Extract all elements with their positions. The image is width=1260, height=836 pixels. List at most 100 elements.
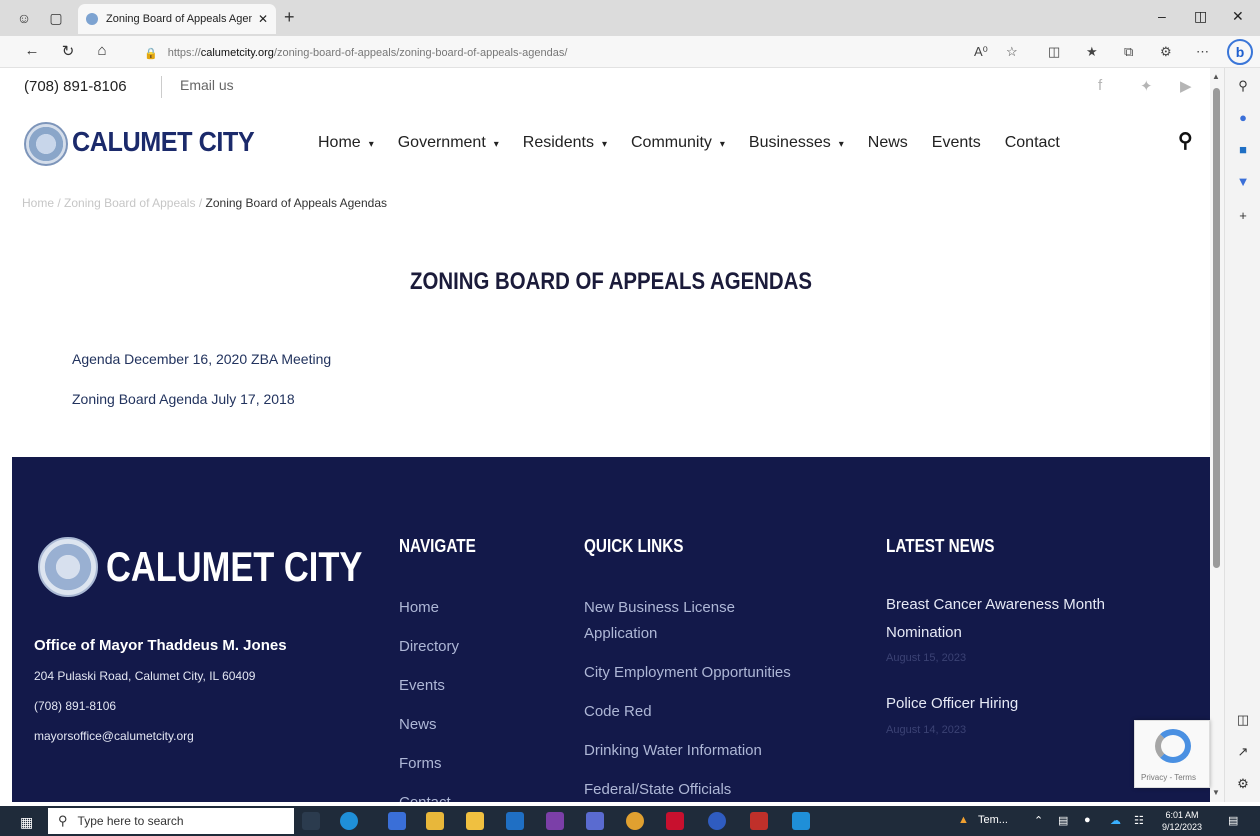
favicon-icon — [86, 13, 98, 25]
sidebar-add-icon[interactable]: + — [1233, 208, 1253, 223]
extensions-icon[interactable]: ⚙ — [1160, 44, 1172, 60]
nav-item-events[interactable]: Events — [932, 134, 981, 152]
footer-nav-link[interactable]: Contact — [399, 790, 451, 802]
nav-item-government[interactable]: Government ▾ — [398, 134, 499, 152]
footer-nav-link[interactable]: Forms — [399, 751, 442, 777]
tray-app-icon[interactable]: ▤ — [1058, 814, 1068, 827]
footer-quick-link[interactable]: Code Red — [584, 699, 844, 725]
email-link[interactable]: Email us — [180, 77, 234, 93]
sidebar-search-icon[interactable]: ⚲ — [1233, 78, 1253, 94]
weather-icon[interactable]: ▲ — [958, 814, 969, 826]
acrobat-app-icon[interactable] — [750, 812, 768, 830]
favorites-icon[interactable]: ★ — [1086, 44, 1098, 60]
footer-nav-link[interactable]: News — [399, 712, 437, 738]
read-aloud-icon[interactable]: A⁰ — [974, 44, 988, 60]
teams-app-icon[interactable] — [586, 812, 604, 830]
profile-icon[interactable]: ☺ — [14, 8, 34, 28]
agenda-link[interactable]: Agenda December 16, 2020 ZBA Meeting — [72, 351, 331, 367]
footer-quick-link[interactable]: Federal/State Officials — [584, 777, 844, 802]
nav-item-home[interactable]: Home ▾ — [318, 134, 374, 152]
onenote-app-icon[interactable] — [546, 812, 564, 830]
recaptcha-badge[interactable]: Privacy - Terms — [1134, 720, 1210, 788]
taskbar-search-input[interactable]: ⚲ Type here to search — [48, 808, 294, 834]
footer-quick-link[interactable]: New Business License Application — [584, 595, 774, 647]
edge-sidebar: ⚲ ● ■ ▼ + ◫ ↗ ⚙ — [1224, 68, 1260, 802]
news-item-title[interactable]: Breast Cancer Awareness Month Nomination — [886, 591, 1156, 647]
notifications-icon[interactable]: ▤ — [1228, 814, 1238, 827]
nav-item-residents[interactable]: Residents ▾ — [523, 134, 607, 152]
sidebar-settings-icon[interactable]: ⚙ — [1233, 776, 1253, 792]
scrollbar-thumb[interactable] — [1213, 88, 1220, 568]
outlook-app-icon[interactable] — [506, 812, 524, 830]
close-tab-icon[interactable]: ✕ — [258, 12, 268, 26]
new-tab-icon[interactable]: + — [284, 7, 295, 28]
file-explorer-icon[interactable] — [426, 812, 444, 830]
site-footer: CALUMET CITY Office of Mayor Thaddeus M.… — [12, 457, 1210, 802]
taskbar-clock[interactable]: 6:01 AM 9/12/2023 — [1162, 809, 1202, 833]
collections-icon[interactable]: ⧉ — [1124, 44, 1133, 60]
more-icon[interactable]: ⋯ — [1196, 44, 1209, 60]
nav-item-businesses[interactable]: Businesses ▾ — [749, 134, 844, 152]
footer-nav-link[interactable]: Events — [399, 673, 445, 699]
search-icon[interactable]: ⚲ — [1178, 128, 1193, 153]
task-view-icon[interactable] — [302, 812, 320, 830]
url-field[interactable]: 🔒 https://calumetcity.org/zoning-board-o… — [144, 43, 964, 63]
breadcrumb-separator: / — [57, 196, 61, 210]
sidebar-outlook-icon[interactable]: ■ — [1233, 142, 1253, 157]
footer-email[interactable]: mayorsoffice@calumetcity.org — [34, 729, 194, 743]
tray-chevron-icon[interactable]: ⌃ — [1034, 814, 1043, 827]
facebook-icon[interactable]: f — [1098, 77, 1102, 94]
nav-item-contact[interactable]: Contact — [1005, 134, 1060, 152]
favorite-star-icon[interactable]: ☆ — [1006, 44, 1018, 60]
breadcrumb-home[interactable]: Home — [22, 196, 54, 210]
footer-nav-link[interactable]: Home — [399, 595, 439, 621]
weather-text[interactable]: Tem... — [978, 814, 1008, 826]
scroll-down-icon[interactable]: ▼ — [1212, 788, 1220, 797]
scroll-up-icon[interactable]: ▲ — [1212, 72, 1220, 81]
split-screen-icon[interactable]: ◫ — [1048, 44, 1060, 60]
footer-nav-link[interactable]: Directory — [399, 634, 459, 660]
news-item-title[interactable]: Police Officer Hiring — [886, 690, 1018, 718]
maximize-icon[interactable]: ◫ — [1194, 8, 1207, 25]
sidebar-tools-icon[interactable]: ▼ — [1233, 174, 1253, 189]
netflix-app-icon[interactable] — [666, 812, 684, 830]
windows-taskbar: ▦ ⚲ Type here to search ▲ Tem... ⌃ ▤ ● ☁… — [0, 806, 1260, 836]
bing-copilot-icon[interactable]: b — [1227, 39, 1253, 65]
footer-quick-link[interactable]: City Employment Opportunities — [584, 660, 844, 686]
breadcrumb-parent[interactable]: Zoning Board of Appeals — [64, 196, 195, 210]
nav-item-news[interactable]: News — [868, 134, 908, 152]
footer-logo-text[interactable]: CALUMET CITY — [106, 543, 362, 591]
minimize-icon[interactable]: – — [1158, 8, 1166, 24]
recaptcha-text[interactable]: Privacy - Terms — [1141, 773, 1196, 782]
sidebar-panel-icon[interactable]: ◫ — [1233, 712, 1253, 728]
paint-app-icon[interactable] — [626, 812, 644, 830]
sidebar-shopping-icon[interactable]: ● — [1233, 110, 1253, 125]
city-seal-logo[interactable] — [24, 122, 68, 166]
nav-item-community[interactable]: Community ▾ — [631, 134, 725, 152]
store-icon[interactable] — [466, 812, 484, 830]
refresh-icon[interactable]: ↻ — [58, 42, 78, 60]
windows-start-icon[interactable]: ▦ — [20, 814, 33, 831]
edge-app-icon[interactable] — [340, 812, 358, 830]
page-scrollbar[interactable]: ▲ ▼ — [1210, 68, 1224, 802]
tab-actions-icon[interactable]: ▢ — [46, 8, 66, 28]
sidebar-external-icon[interactable]: ↗ — [1233, 744, 1253, 760]
back-icon[interactable]: ← — [22, 42, 42, 59]
agenda-link[interactable]: Zoning Board Agenda July 17, 2018 — [72, 391, 295, 407]
window-close-icon[interactable]: ✕ — [1232, 8, 1244, 25]
tray-app-icon[interactable]: ● — [1084, 814, 1091, 826]
site-logo-text[interactable]: CALUMET CITY — [72, 126, 255, 158]
url-path: /zoning-board-of-appeals/zoning-board-of… — [273, 47, 568, 59]
footer-phone[interactable]: (708) 891-8106 — [34, 699, 116, 713]
onedrive-icon[interactable]: ☁ — [1110, 814, 1121, 827]
app-icon[interactable] — [388, 812, 406, 830]
footer-quick-link[interactable]: Drinking Water Information — [584, 738, 844, 764]
youtube-icon[interactable]: ▶ — [1180, 77, 1192, 95]
home-icon[interactable]: ⌂ — [92, 42, 112, 59]
zoom-app-icon[interactable] — [708, 812, 726, 830]
header-phone[interactable]: (708) 891-8106 — [24, 78, 127, 95]
app-icon[interactable] — [792, 812, 810, 830]
twitter-icon[interactable]: ✦ — [1140, 77, 1153, 95]
browser-tab[interactable]: Zoning Board of Appeals Agend ✕ — [78, 4, 276, 34]
network-icon[interactable]: ☷ — [1134, 814, 1144, 827]
